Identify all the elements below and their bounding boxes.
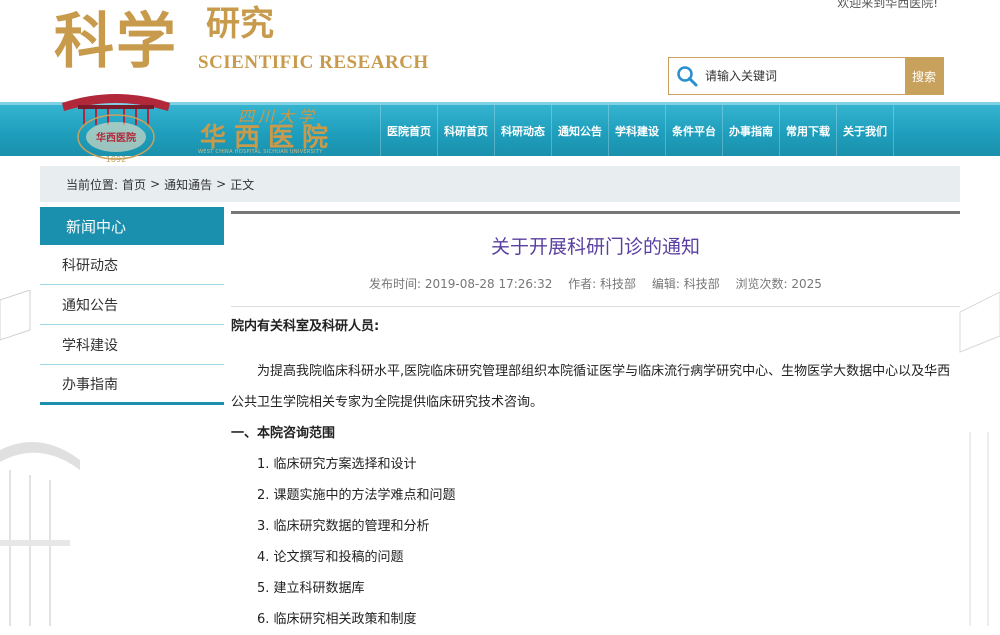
list-item: 4. 论文撰写和投稿的问题 [257,550,404,565]
section-heading: 一、本院咨询范围 [231,426,336,441]
nav-item-hospital-home[interactable]: 医院首页 [380,105,438,156]
breadcrumb-section-link[interactable]: 通知通告 [164,176,212,193]
list-item: 6. 临床研究相关政策和制度 [257,612,417,627]
site-title-suffix: 研究 [206,4,274,44]
article-meta: 发布时间: 2019-08-28 17:26:32 作者: 科技部 编辑: 科技… [231,275,960,292]
sidebar-item-notices[interactable]: 通知公告 [40,285,224,325]
article: 关于开展科研门诊的通知 发布时间: 2019-08-28 17:26:32 作者… [231,211,960,635]
article-title: 关于开展科研门诊的通知 [490,236,700,258]
nav-item-notices[interactable]: 通知公告 [552,105,609,156]
breadcrumb-current: 正文 [230,177,255,192]
sidebar-title[interactable]: 新闻中心 [40,207,224,245]
breadcrumb-home-link[interactable]: 首页 [122,176,146,193]
breadcrumb-separator: > [216,177,227,191]
view-count: 浏览次数: 2025 [735,277,822,291]
nav-item-discipline[interactable]: 学科建设 [609,105,666,156]
author: 作者: 科技部 [568,277,637,291]
sidebar-item-guide[interactable]: 办事指南 [40,365,224,405]
article-body: 院内有关科室及科研人员: 为提高我院临床科研水平,医院临床研究管理部组织本院循证… [231,311,960,635]
nav-item-downloads[interactable]: 常用下载 [780,105,837,156]
editor: 编辑: 科技部 [651,277,720,291]
breadcrumb-label: 当前位置: [66,177,119,192]
search-box: 搜索 [668,57,944,95]
welcome-text: 欢迎来到华西医院! [837,0,938,10]
nav-item-about[interactable]: 关于我们 [837,105,894,156]
sidebar: 新闻中心 科研动态 通知公告 学科建设 办事指南 [40,207,224,405]
hospital-name-logo[interactable]: 四川大学 华西医院 WEST CHINA HOSPITAL SICHUAN UN… [198,107,378,155]
list-item: 2. 课题实施中的方法学难点和问题 [257,488,456,503]
nav-item-guide[interactable]: 办事指南 [723,105,780,156]
search-button[interactable]: 搜索 [905,58,943,94]
nav-item-research-home[interactable]: 科研首页 [438,105,495,156]
meta-divider [231,306,960,307]
svg-text:华西医院: 华西医院 [96,131,136,144]
site-title-english: SCIENTIFIC RESEARCH [198,52,429,73]
list-item: 5. 建立科研数据库 [257,581,365,596]
search-input[interactable] [705,58,905,94]
hospital-emblem-logo[interactable]: 华西医院 1892 [56,89,176,165]
logo-year: 1892 [106,155,126,164]
nav-item-research-news[interactable]: 科研动态 [495,105,552,156]
nav-menu: 医院首页 科研首页 科研动态 通知公告 学科建设 条件平台 办事指南 常用下载 … [380,105,894,156]
breadcrumb: 当前位置: 首页 > 通知通告 > 正文 [40,166,960,202]
main-nav-bar: 华西医院 1892 四川大学 华西医院 WEST CHINA HOSPITAL … [0,94,1000,164]
article-top-rule [231,211,960,214]
sidebar-item-discipline[interactable]: 学科建设 [40,325,224,365]
nav-item-platform[interactable]: 条件平台 [666,105,723,156]
article-paragraph: 为提高我院临床科研水平,医院临床研究管理部组织本院循证医学与临床流行病学研究中心… [231,364,951,410]
list-item: 1. 临床研究方案选择和设计 [257,457,417,472]
site-title: 科学 [54,7,178,77]
article-greeting: 院内有关科室及科研人员: [231,319,380,334]
logo-english-name: WEST CHINA HOSPITAL SICHUAN UNIVERSITY [198,149,323,155]
search-icon[interactable] [669,64,705,88]
breadcrumb-separator: > [150,177,161,191]
sidebar-item-research-news[interactable]: 科研动态 [40,245,224,285]
publish-time: 发布时间: 2019-08-28 17:26:32 [369,277,553,291]
list-item: 3. 临床研究数据的管理和分析 [257,519,430,534]
